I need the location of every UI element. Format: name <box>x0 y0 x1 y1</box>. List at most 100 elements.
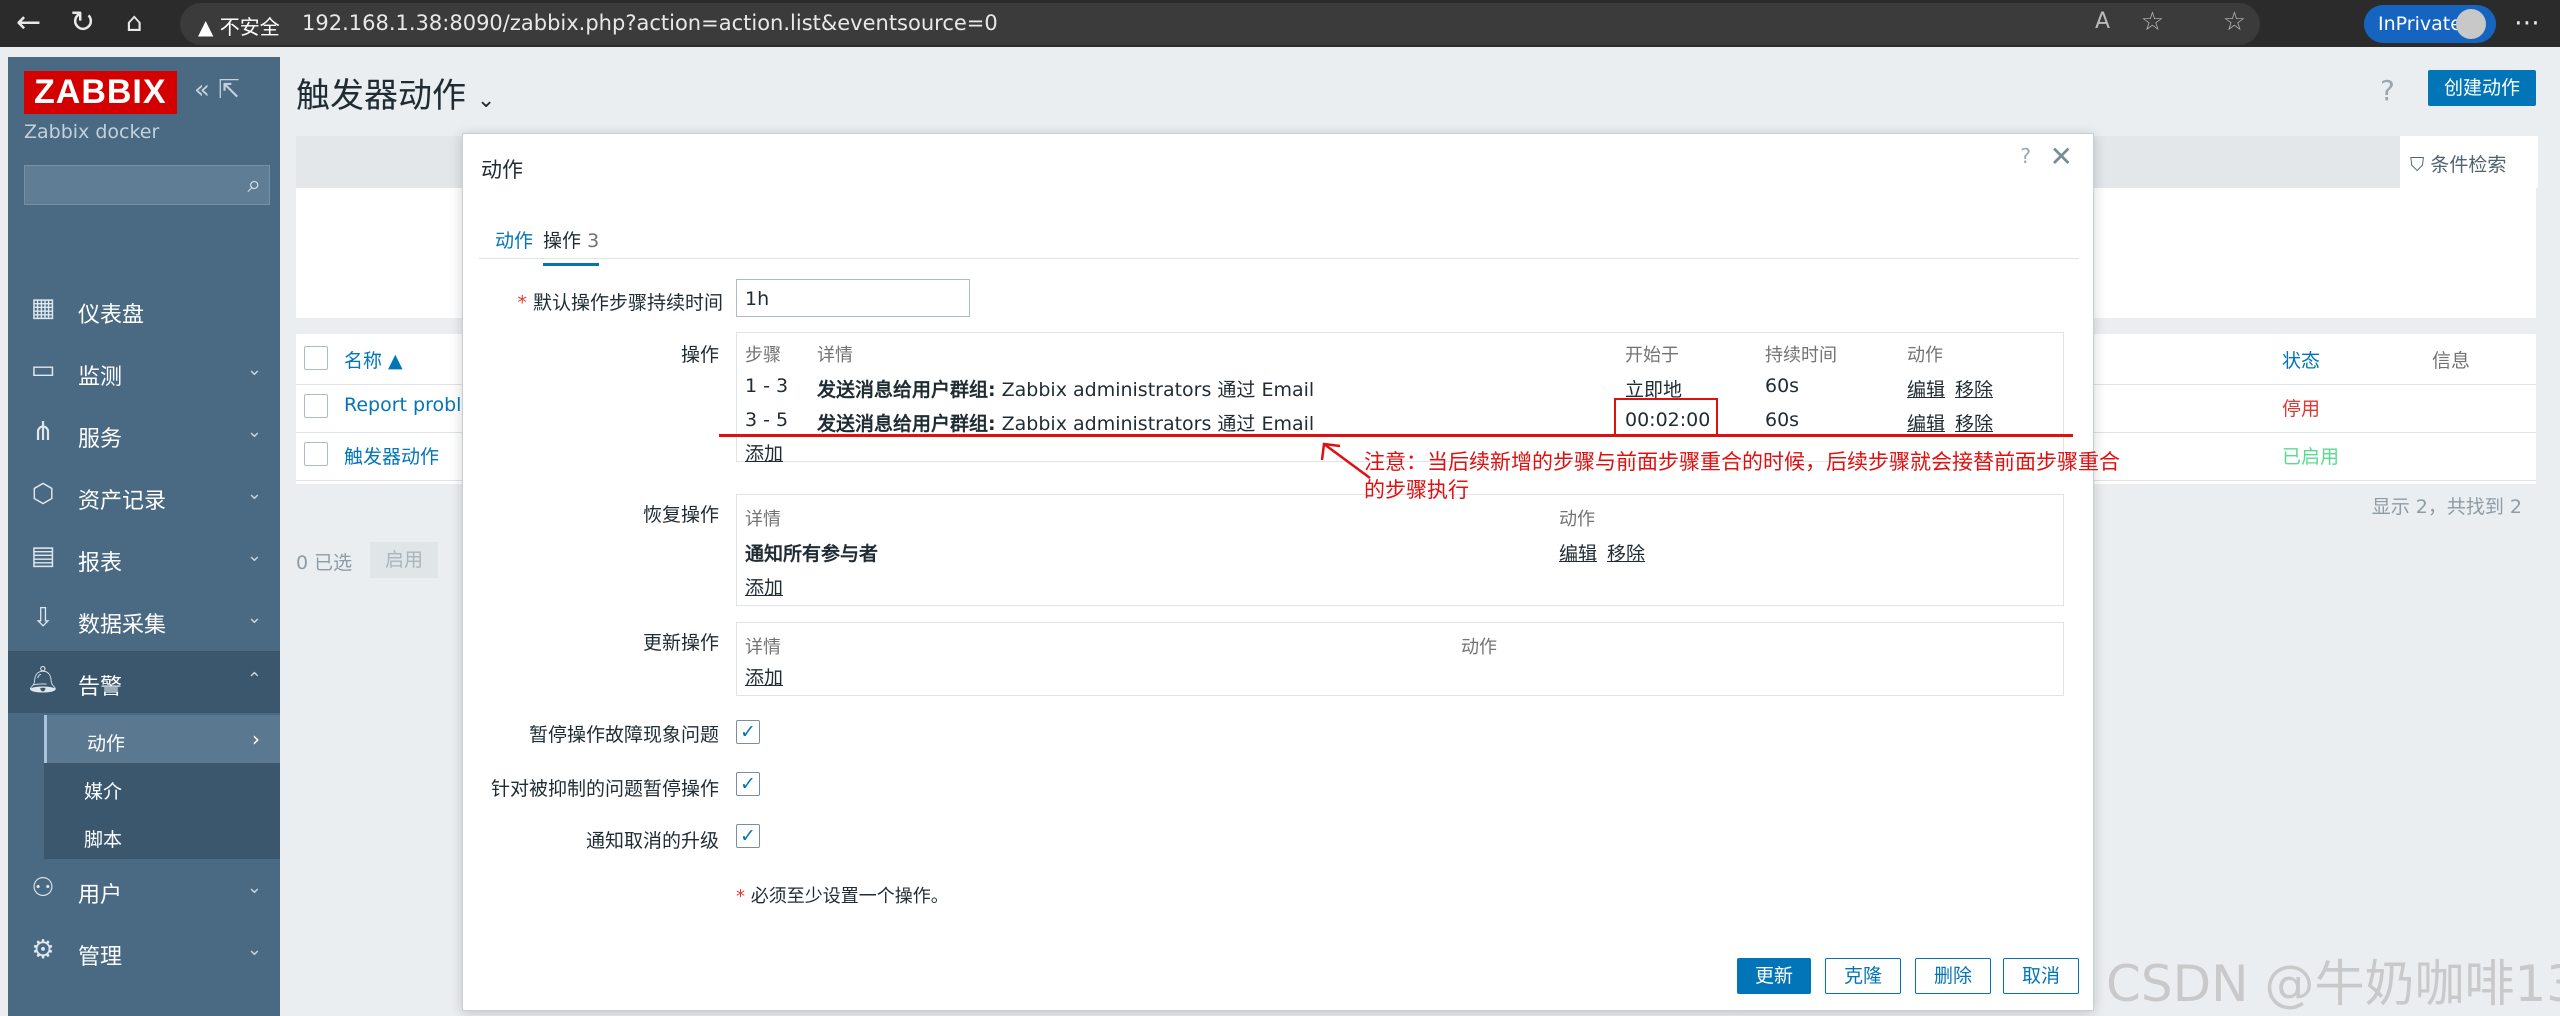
url-text[interactable]: 192.168.1.38:8090/zabbix.php?action=acti… <box>302 11 998 35</box>
sidebar-item-services[interactable]: ⋔ 服务 ⌄ <box>8 403 280 465</box>
browser-toolbar: ← ↻ ⌂ ▲ 不安全 192.168.1.38:8090/zabbix.php… <box>0 0 2560 47</box>
add-recovery-link[interactable]: 添加 <box>745 573 783 600</box>
operations-label: 操作 <box>680 344 719 366</box>
remove-link[interactable]: 移除 <box>1955 409 1993 436</box>
page-title[interactable]: 触发器动作 ⌄ <box>296 68 495 117</box>
tab-divider <box>479 258 2079 259</box>
action-name-link[interactable]: Report probler <box>344 394 481 416</box>
more-icon[interactable]: ⋯ <box>2514 6 2540 40</box>
sidebar-item-inventory[interactable]: ⬡ 资产记录 ⌄ <box>8 465 280 527</box>
dashboard-icon: ▦ <box>30 293 56 323</box>
data-collection-icon: ⇩ <box>32 603 54 633</box>
table-summary: 显示 2，共找到 2 <box>2371 496 2522 518</box>
enable-button[interactable]: 启用 <box>370 542 438 578</box>
edit-link[interactable]: 编辑 <box>1559 539 1597 566</box>
reports-icon: ▤ <box>30 541 56 571</box>
help-icon[interactable]: ? <box>2380 74 2395 107</box>
pause-suppressed-checkbox[interactable]: ✓ <box>736 772 760 796</box>
selected-count: 0 已选 <box>296 552 353 574</box>
annotation-note: 注意：当后续新增的步骤与前面步骤重合的时候，后续步骤就会接替前面步骤重合的步骤执… <box>1364 450 2120 502</box>
clone-button[interactable]: 克隆 <box>1825 958 1901 994</box>
highlight-underline <box>719 434 2073 437</box>
edit-link[interactable]: 编辑 <box>1907 375 1945 402</box>
recovery-detail: 通知所有参与者 <box>745 543 879 565</box>
highlight-box <box>1614 398 1718 436</box>
status-badge[interactable]: 停用 <box>2282 394 2320 421</box>
add-update-link[interactable]: 添加 <box>745 663 783 690</box>
security-warning[interactable]: ▲ 不安全 <box>198 11 280 40</box>
sidebar-item-monitoring[interactable]: ▭ 监测 ⌄ <box>8 341 280 403</box>
status-badge[interactable]: 已启用 <box>2282 442 2339 469</box>
sidebar-subitem-actions[interactable]: 动作 › <box>44 715 280 763</box>
column-action-header: 动作 <box>1461 637 1497 658</box>
sidebar-item-alerts[interactable]: 🔔︎ 告警 ⌃ <box>8 651 280 713</box>
update-button[interactable]: 更新 <box>1737 958 1811 994</box>
filter-tab[interactable]: ⛉ 条件检索 <box>2400 136 2538 188</box>
sidebar-item-users[interactable]: ⚇ 用户 ⌄ <box>8 859 280 921</box>
tab-operations[interactable]: 操作 3 <box>543 226 600 266</box>
chevron-down-icon: ⌄ <box>246 421 262 442</box>
default-duration-input[interactable]: 1h <box>736 279 970 317</box>
chevron-down-icon: ⌄ <box>476 88 496 113</box>
column-action-header: 动作 <box>1907 345 1943 366</box>
monitoring-icon: ▭ <box>30 355 56 385</box>
favorite-star-icon[interactable]: ☆ <box>2141 7 2164 37</box>
inprivate-badge[interactable]: InPrivate <box>2364 5 2496 43</box>
back-icon[interactable]: ← <box>16 6 41 40</box>
chevron-right-icon: › <box>252 727 260 751</box>
remove-link[interactable]: 移除 <box>1955 375 1993 402</box>
instance-name: Zabbix docker <box>24 121 160 143</box>
create-action-button[interactable]: 创建动作 <box>2428 70 2536 106</box>
notify-cancelled-checkbox[interactable]: ✓ <box>736 824 760 848</box>
column-details-header: 详情 <box>745 509 781 530</box>
collapse-sidebar-icon[interactable]: « ⇱ <box>194 75 240 105</box>
sidebar-item-administration[interactable]: ⚙ 管理 ⌄ <box>8 921 280 983</box>
edit-link[interactable]: 编辑 <box>1907 409 1945 436</box>
sidebar-item-reports[interactable]: ▤ 报表 ⌄ <box>8 527 280 589</box>
search-icon[interactable]: ⌕ <box>248 170 261 198</box>
column-status-header[interactable]: 状态 <box>2282 346 2320 373</box>
required-note: * 必须至少设置一个操作。 <box>736 886 949 907</box>
recovery-operations-table: 详情 动作 通知所有参与者 编辑 移除 添加 <box>736 494 2064 606</box>
column-start-header: 开始于 <box>1625 345 1679 366</box>
avatar <box>2456 9 2486 39</box>
pause-suppressed-label: 针对被抑制的问题暂停操作 <box>490 778 719 800</box>
bell-icon: 🔔︎ <box>26 665 60 695</box>
home-icon[interactable]: ⌂ <box>126 6 143 40</box>
read-aloud-icon[interactable]: A <box>2095 9 2110 34</box>
default-duration-label: * 默认操作步骤持续时间 <box>517 292 723 314</box>
delete-button[interactable]: 删除 <box>1915 958 1991 994</box>
chevron-down-icon: ⌄ <box>246 359 262 380</box>
remove-link[interactable]: 移除 <box>1607 539 1645 566</box>
sidebar-search-input[interactable]: ⌕ <box>24 165 270 205</box>
cancel-button[interactable]: 取消 <box>2003 958 2079 994</box>
help-icon[interactable]: ? <box>2020 144 2031 168</box>
close-icon[interactable]: ✕ <box>2050 140 2073 173</box>
sidebar-subitem-media[interactable]: 媒介 <box>44 763 280 811</box>
select-all-checkbox[interactable] <box>304 346 328 370</box>
recovery-operations-label: 恢复操作 <box>642 504 719 526</box>
chevron-down-icon: ⌄ <box>246 607 262 628</box>
add-operation-link[interactable]: 添加 <box>745 439 783 466</box>
checkmark-icon: ✓ <box>740 721 756 743</box>
operation-detail: 发送消息给用户群组: Zabbix administrators 通过 Emai… <box>817 413 1315 435</box>
sidebar-item-data-collection[interactable]: ⇩ 数据采集 ⌄ <box>8 589 280 651</box>
address-bar[interactable]: ▲ 不安全 192.168.1.38:8090/zabbix.php?actio… <box>180 3 2260 45</box>
notify-cancelled-label: 通知取消的升级 <box>585 830 719 852</box>
chevron-down-icon: ⌄ <box>246 483 262 504</box>
row-checkbox[interactable] <box>304 442 328 466</box>
action-name-link[interactable]: 触发器动作 <box>344 442 439 469</box>
refresh-icon[interactable]: ↻ <box>70 6 95 40</box>
sidebar-subitem-scripts[interactable]: 脚本 <box>44 811 280 859</box>
column-info-header: 信息 <box>2432 350 2471 372</box>
favorites-icon[interactable]: ☆ <box>2223 7 2246 37</box>
inventory-icon: ⬡ <box>31 479 55 509</box>
sidebar-item-dashboard[interactable]: ▦ 仪表盘 <box>8 279 280 341</box>
checkmark-icon: ✓ <box>740 825 756 847</box>
row-checkbox[interactable] <box>304 394 328 418</box>
column-name-header[interactable]: 名称 ▲ <box>344 346 403 373</box>
sidebar: ZABBIX « ⇱ Zabbix docker ⌕ ▦ 仪表盘 ▭ 监测 ⌄ … <box>8 57 280 1016</box>
pause-symptom-checkbox[interactable]: ✓ <box>736 720 760 744</box>
chevron-down-icon: ⌄ <box>246 877 262 898</box>
zabbix-logo[interactable]: ZABBIX <box>24 71 177 114</box>
